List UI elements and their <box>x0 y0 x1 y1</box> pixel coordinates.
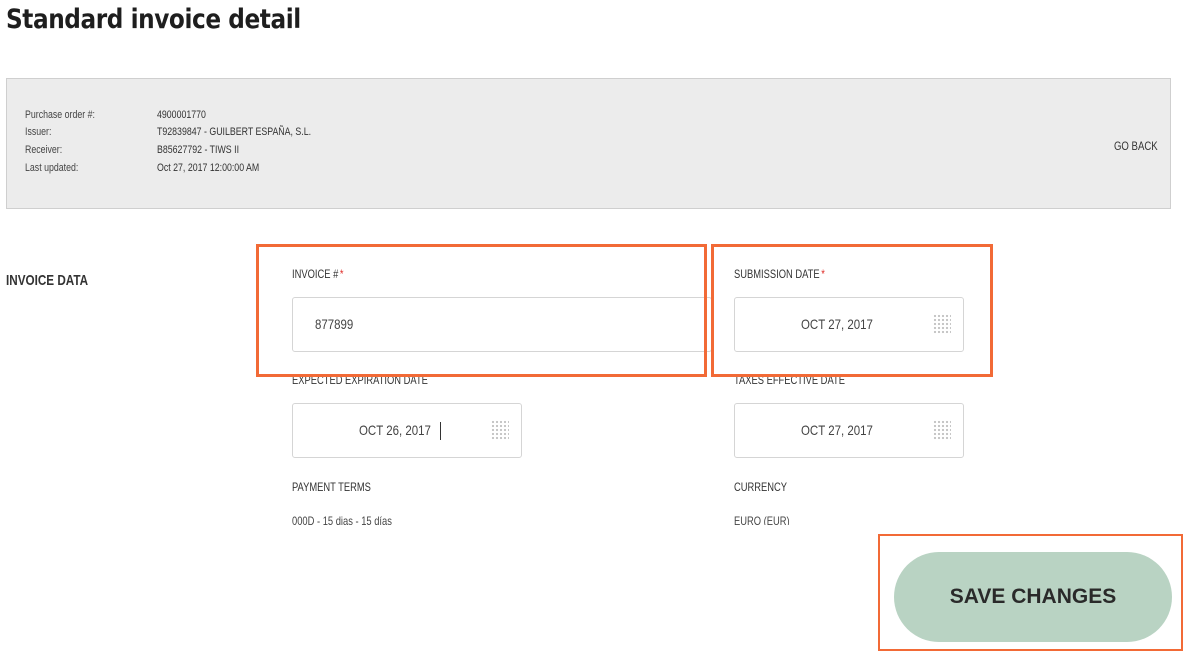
payment-terms-value[interactable]: 000D - 15 dias - 15 días <box>292 514 392 525</box>
calendar-icon[interactable] <box>491 420 509 440</box>
invoice-number-highlight <box>256 244 707 377</box>
summary-value: T92839847 - GUILBERT ESPAÑA, S.L. <box>157 126 312 138</box>
go-back-link[interactable]: GO BACK <box>1114 139 1158 153</box>
currency-label: CURRENCY <box>734 480 788 494</box>
summary-label: Issuer: <box>25 126 52 138</box>
payment-terms-label: PAYMENT TERMS <box>292 480 371 494</box>
summary-value: Oct 27, 2017 12:00:00 AM <box>157 162 260 174</box>
page-title: Standard invoice detail <box>6 4 301 35</box>
taxes-effective-date-input[interactable]: OCT 27, 2017 <box>734 403 964 458</box>
summary-value: 4900001770 <box>157 109 206 121</box>
submission-date-highlight <box>711 244 993 377</box>
currency-value[interactable]: EURO (EUR) <box>734 514 790 525</box>
calendar-icon[interactable] <box>933 420 951 440</box>
summary-value: B85627792 - TIWS II <box>157 144 240 156</box>
summary-label: Purchase order #: <box>25 109 95 121</box>
expected-expiration-date-input[interactable]: OCT 26, 2017 <box>292 403 522 458</box>
summary-label: Last updated: <box>25 162 79 174</box>
expected-expiration-date-value: OCT 26, 2017 <box>359 422 431 438</box>
save-changes-button[interactable]: SAVE CHANGES <box>894 552 1172 642</box>
scroll-clip: 000D - 15 dias - 15 días EURO (EUR) <box>0 508 1190 525</box>
summary-label: Receiver: <box>25 144 63 156</box>
taxes-effective-date-value: OCT 27, 2017 <box>801 422 873 438</box>
section-title-invoice-data: INVOICE DATA <box>6 272 89 289</box>
invoice-summary-panel: Purchase order #: 4900001770 Issuer: T92… <box>6 78 1171 209</box>
text-caret <box>440 422 441 440</box>
